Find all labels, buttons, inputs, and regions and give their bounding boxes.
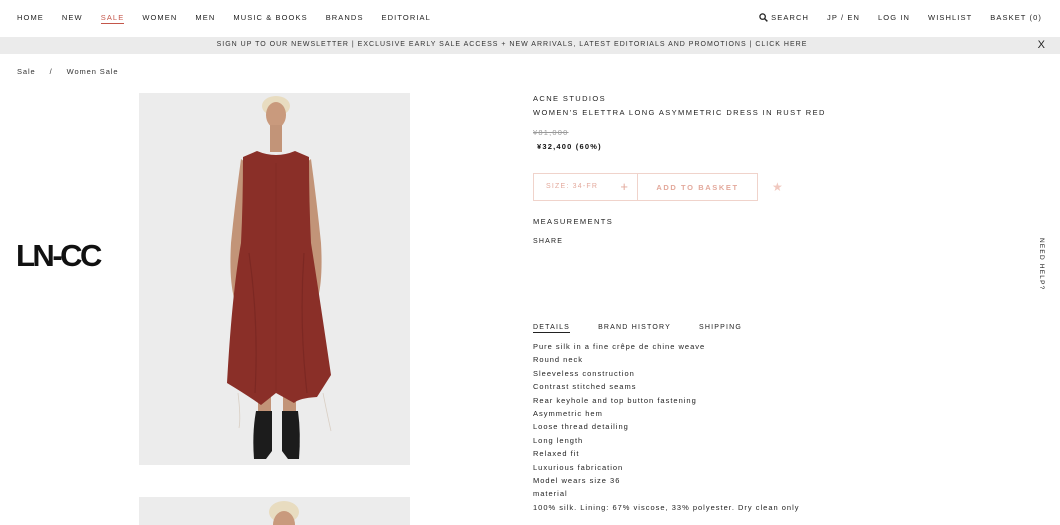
model-figure [227,96,332,459]
basket-link[interactable]: BASKET (0) [990,13,1042,22]
measurements-link[interactable]: MEASUREMENTS [533,217,613,226]
site-logo[interactable]: LN-CC [16,240,102,271]
wishlist-link[interactable]: WISHLIST [928,13,972,22]
wishlist-star-icon[interactable]: ★ [772,180,783,194]
detail-item: Contrast stitched seams [533,382,637,392]
breadcrumb-separator: / [49,67,53,76]
utility-menu: SEARCH JP / EN LOG IN WISHLIST BASKET (0… [741,13,1042,22]
nav-home[interactable]: HOME [17,13,44,24]
language-switch[interactable]: JP / EN [827,13,860,22]
product-info: ACNE STUDIOS WOMEN'S ELETTRA LONG ASYMME… [533,94,833,151]
detail-item: Rear keyhole and top button fastening [533,395,697,405]
sale-price: ¥32,400 (60%) [537,142,602,151]
product-image-secondary[interactable] [139,497,410,525]
detail-item: 100% silk. Lining: 67% viscose, 33% poly… [533,502,800,512]
add-to-basket-button[interactable]: ADD TO BASKET [638,173,758,201]
size-label: SIZE: 34-FR [546,183,599,190]
detail-item: Asymmetric hem [533,408,603,418]
detail-item: Pure silk in a fine crêpe de chine weave [533,342,706,351]
detail-item: Sleeveless construction [533,368,635,378]
detail-item: Model wears size 36 [533,475,621,485]
login-link[interactable]: LOG IN [878,13,910,22]
original-price: ¥81,000 [533,128,569,137]
size-selector[interactable]: SIZE: 34-FR + [533,173,638,201]
top-nav: HOME NEW SALE WOMEN MEN MUSIC & BOOKS BR… [0,0,1060,37]
purchase-controls: SIZE: 34-FR + ADD TO BASKET ★ [533,173,783,201]
nav-editorial[interactable]: EDITORIAL [382,13,431,24]
tab-brand-history[interactable]: BRAND HISTORY [598,324,671,333]
nav-new[interactable]: NEW [62,13,83,24]
newsletter-link[interactable]: SIGN UP TO OUR NEWSLETTER | EXCLUSIVE EA… [0,41,1024,48]
share-link[interactable]: SHARE [533,238,563,245]
info-tabs: DETAILS BRAND HISTORY SHIPPING [533,324,770,333]
main-menu: HOME NEW SALE WOMEN MEN MUSIC & BOOKS BR… [17,13,449,24]
need-help-tab[interactable]: NEED HELP? [1038,238,1045,290]
tab-shipping[interactable]: SHIPPING [699,324,742,333]
nav-women[interactable]: WOMEN [142,13,177,24]
nav-men[interactable]: MEN [195,13,215,24]
detail-item: Long length [533,435,584,445]
nav-brands[interactable]: BRANDS [326,13,364,24]
nav-sale[interactable]: SALE [100,13,125,24]
tab-details[interactable]: DETAILS [533,324,571,333]
breadcrumb: Sale / Women Sale [17,67,118,76]
plus-icon: + [620,179,628,194]
details-list: Pure silk in a fine crêpe de chine weave… [533,340,800,514]
nav-music-books[interactable]: MUSIC & BOOKS [233,13,307,24]
newsletter-bar: SIGN UP TO OUR NEWSLETTER | EXCLUSIVE EA… [0,37,1060,54]
search-label: SEARCH [771,13,810,22]
product-name: WOMEN'S ELETTRA LONG ASYMMETRIC DRESS IN… [533,108,826,117]
breadcrumb-women-sale[interactable]: Women Sale [67,67,119,76]
breadcrumb-sale[interactable]: Sale [17,67,36,76]
search-icon [759,13,769,22]
detail-item: Round neck [533,355,584,365]
detail-item: Relaxed fit [533,449,580,459]
detail-item: Loose thread detailing [533,422,629,432]
product-image-main[interactable] [139,93,410,465]
detail-item: material [533,489,568,499]
detail-item: Luxurious fabrication [533,462,624,472]
close-icon[interactable]: X [1038,39,1045,51]
model-figure-secondary [269,501,299,525]
product-brand[interactable]: ACNE STUDIOS [533,94,833,103]
search-button[interactable]: SEARCH [759,13,809,22]
